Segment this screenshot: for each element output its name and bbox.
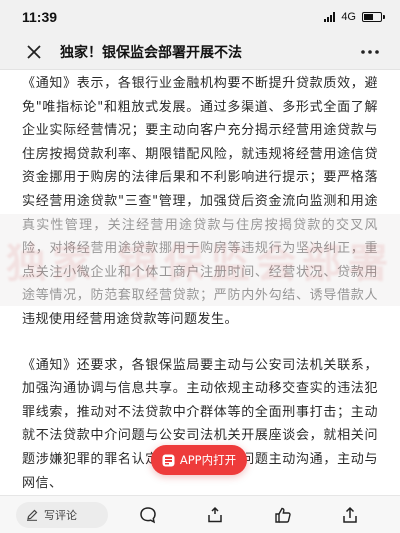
close-icon	[27, 44, 41, 59]
thumb-up-icon	[275, 507, 291, 523]
page-title: 独家！银保监会部署开展不法	[60, 44, 242, 61]
nav-bar: 独家！银保监会部署开展不法	[0, 34, 400, 70]
like-button[interactable]	[203, 503, 227, 527]
pencil-icon	[27, 509, 38, 521]
more-icon	[361, 49, 379, 54]
signal-icon	[324, 12, 336, 22]
favorite-button[interactable]	[271, 503, 295, 527]
like-icon	[208, 506, 222, 522]
status-time: 11:39	[22, 9, 58, 25]
article-paragraph: 《通知》表示，各银行业金融机构要不断提升贷款质效，避免"唯指标论"和粗放式发展。…	[22, 76, 378, 327]
app-logo-icon	[162, 454, 175, 466]
open-in-app-label: APP内打开	[179, 453, 237, 467]
action-icons	[108, 503, 384, 527]
write-comment-input[interactable]: 写评论	[16, 501, 108, 528]
share-icon	[343, 506, 357, 523]
battery-icon	[362, 12, 385, 22]
open-in-app-button[interactable]: APP内打开	[151, 445, 247, 475]
more-button[interactable]	[356, 38, 384, 66]
network-type: 4G	[341, 11, 356, 23]
comment-placeholder: 写评论	[44, 508, 77, 522]
comment-button[interactable]	[136, 503, 160, 527]
close-button[interactable]	[20, 38, 48, 66]
bottom-action-bar: 写评论	[0, 495, 400, 533]
status-bar: 11:39 4G	[0, 0, 400, 34]
comment-icon	[139, 506, 156, 523]
article-body: 《通知》表示，各银行业金融机构要不断提升贷款质效，避免"唯指标论"和粗放式发展。…	[0, 70, 400, 495]
share-button[interactable]	[338, 503, 362, 527]
status-indicators: 4G	[324, 11, 385, 23]
